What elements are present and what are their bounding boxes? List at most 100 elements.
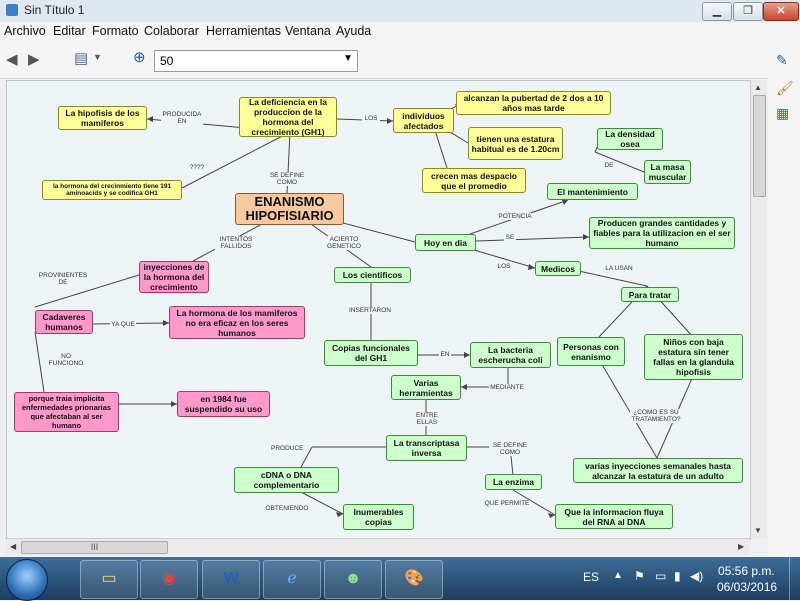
start-button[interactable] (6, 559, 48, 601)
node-deficiencia[interactable]: La deficiencia en la produccion de la ho… (239, 97, 337, 137)
vertical-scrollbar[interactable]: ▲ ▼ (750, 80, 767, 538)
close-button[interactable]: ✕ (763, 2, 799, 21)
volume-icon[interactable]: ◀) (690, 569, 703, 583)
network-icon[interactable]: ▮ (674, 569, 681, 583)
notes-icon[interactable]: ▦ (776, 105, 789, 122)
right-panel: ✎ 🖌 ▦ (768, 42, 800, 557)
link-se-define-como: SE DEFINE COMO (266, 172, 308, 186)
node-hormona[interactable]: la hormona del crecinmiento tiene 191 am… (42, 180, 182, 200)
page-view-icon[interactable]: ▤ (74, 49, 88, 67)
action-center-icon[interactable]: ⚑ (634, 569, 645, 583)
scroll-down-icon[interactable]: ▼ (754, 526, 762, 535)
link-entre-ellas: ENTRE ELLAS (414, 412, 440, 426)
menu-formato[interactable]: Formato (92, 24, 139, 38)
node-pubertad[interactable]: alcanzan la pubertad de 2 dos a 10 años … (456, 91, 611, 115)
node-ninos[interactable]: Niños con baja estatura sin tener fallas… (644, 334, 743, 380)
scroll-up-icon[interactable]: ▲ (754, 83, 762, 92)
menu-ventana[interactable]: Ventana (285, 24, 331, 38)
menu-bar: Archivo Editar Formato Colaborar Herrami… (0, 22, 800, 42)
node-herramientas[interactable]: Varias herramientas (391, 375, 461, 400)
node-cientificos[interactable]: Los cientificos (334, 267, 411, 283)
file-explorer-icon[interactable]: ▭ (80, 560, 138, 599)
chrome-icon[interactable]: ◉ (140, 560, 198, 599)
node-copias[interactable]: Copias funcionales del GH1 (324, 340, 418, 366)
word-icon[interactable]: W (202, 560, 260, 599)
tray-expand-icon[interactable]: ▲ (613, 570, 623, 581)
concept-map-canvas[interactable]: La deficiencia en la produccion de la ho… (6, 80, 751, 540)
show-desktop-button[interactable] (789, 557, 800, 600)
paint-icon[interactable]: 🖌 (776, 80, 794, 97)
clock-time[interactable]: 05:56 p.m. (718, 564, 775, 578)
link-provinientes-de: PROVINIENTES DE (37, 272, 89, 286)
cmaptools-icon[interactable]: ☻ (324, 560, 382, 599)
link-se-define-como2: SE DEFINE COMO (489, 442, 531, 456)
link-mediante: MEDIANTE (489, 384, 525, 391)
node-cdna[interactable]: cDNA o DNA complementario (234, 467, 339, 493)
menu-archivo[interactable]: Archivo (4, 24, 46, 38)
node-root[interactable]: ENANISMO HIPOFISIARIO (235, 193, 344, 225)
link-produce: PRODUCE (271, 445, 304, 452)
menu-editar[interactable]: Editar (53, 24, 86, 38)
node-mantenimiento[interactable]: El mantenimiento (547, 183, 638, 200)
zoom-value: 50 (160, 54, 174, 68)
node-estatura[interactable]: tienen una estatura habitual es de 1.20c… (468, 127, 563, 160)
node-densidad[interactable]: La densidad osea (597, 128, 663, 150)
language-indicator[interactable]: ES (583, 570, 599, 584)
back-arrow-icon[interactable]: ◀ (6, 50, 18, 68)
node-transcriptasa[interactable]: La transcriptasa inversa (386, 435, 467, 461)
link-en: EN (439, 351, 451, 358)
node-masa[interactable]: La masa muscular (644, 160, 691, 184)
zoom-select[interactable]: 50 ▼ (154, 50, 358, 72)
scroll-left-icon[interactable]: ◀ (10, 542, 16, 551)
horizontal-scrollbar[interactable]: ◀ III ▶ (6, 538, 750, 555)
menu-herramientas[interactable]: Herramientas (206, 24, 281, 38)
node-para-tratar[interactable]: Para tratar (621, 287, 679, 302)
clock-date[interactable]: 06/03/2016 (717, 580, 777, 594)
node-no-eficaz[interactable]: La hormona de los mamiferos no era efica… (169, 306, 305, 339)
node-crecen[interactable]: crecen mas despacio que el promedio (422, 168, 526, 193)
link-interrog: ???? (188, 164, 206, 171)
minimize-button[interactable]: ▁ (702, 2, 732, 21)
node-enzima[interactable]: La enzima (485, 474, 542, 490)
link-producida-en: PRODUCIDA EN (161, 111, 203, 125)
node-hoy[interactable]: Hoy en dia (415, 234, 476, 251)
link-los: LOS (362, 115, 380, 122)
link-acierto-genetico: ACIERTO GENETICO (323, 236, 365, 250)
forward-arrow-icon[interactable]: ▶ (28, 50, 40, 68)
scroll-right-icon[interactable]: ▶ (738, 542, 744, 551)
power-icon[interactable]: ▭ (655, 569, 666, 583)
paint-icon[interactable]: 🎨 (385, 560, 443, 599)
menu-ayuda[interactable]: Ayuda (336, 24, 371, 38)
link-que-permite: QUE PERMITE (484, 500, 530, 507)
chevron-down-icon: ▼ (343, 53, 353, 64)
window-title: Sin Título 1 (24, 3, 85, 17)
horizontal-scroll-thumb[interactable]: III (21, 541, 168, 554)
zoom-icon[interactable]: ⊕ (133, 48, 146, 66)
node-producen[interactable]: Producen grandes cantidades y fiables pa… (589, 217, 735, 249)
node-inyecciones[interactable]: inyecciones de la hormona del crecimient… (139, 261, 209, 293)
link-los2: LOS (495, 263, 513, 270)
link-como-tratamiento: ¿COMO ES SU TRATAMIENTO? (630, 409, 682, 423)
internet-explorer-icon[interactable]: ℯ (263, 560, 321, 599)
node-flujo[interactable]: Que la informacion fluya del RNA al DNA (555, 504, 673, 529)
node-cadaveres[interactable]: Cadaveres humanos (35, 310, 93, 334)
node-medicos[interactable]: Medicos (535, 261, 581, 276)
vertical-scroll-thumb[interactable] (753, 95, 766, 197)
node-afectados[interactable]: individuos afectados (393, 108, 454, 133)
node-priones[interactable]: porque traia implicita enfermedades prio… (14, 392, 119, 432)
chevron-down-icon[interactable]: ▼ (93, 52, 102, 62)
styles-icon[interactable]: ✎ (776, 52, 788, 69)
link-no-funciono: NO FUNCIONO (45, 353, 87, 367)
taskbar: ▭ ◉ W ℯ ☻ 🎨 ES ▲ ⚑ ▭ ▮ ◀) 05:56 p.m. 06/… (0, 557, 800, 601)
node-bacteria[interactable]: La bacteria escherucha coli (470, 342, 551, 368)
node-suspendido[interactable]: en 1984 fue suspendido su uso (177, 391, 270, 417)
link-intentos-fallidos: INTENTOS FALLIDOS (215, 236, 257, 250)
menu-colaborar[interactable]: Colaborar (144, 24, 199, 38)
title-bar: Sin Título 1 ▁ ❐ ✕ (0, 0, 800, 23)
link-insertaron: INSERTARON (348, 307, 392, 314)
maximize-button[interactable]: ❐ (733, 2, 763, 21)
node-hipofisis[interactable]: La hipofisis de los mamiferos (58, 106, 147, 130)
node-inyecciones-semanales[interactable]: varias inyecciones semanales hasta alcan… (573, 458, 743, 483)
node-inumerables[interactable]: Inumerables copias (343, 504, 414, 530)
node-personas[interactable]: Personas con enanismo (557, 337, 625, 366)
